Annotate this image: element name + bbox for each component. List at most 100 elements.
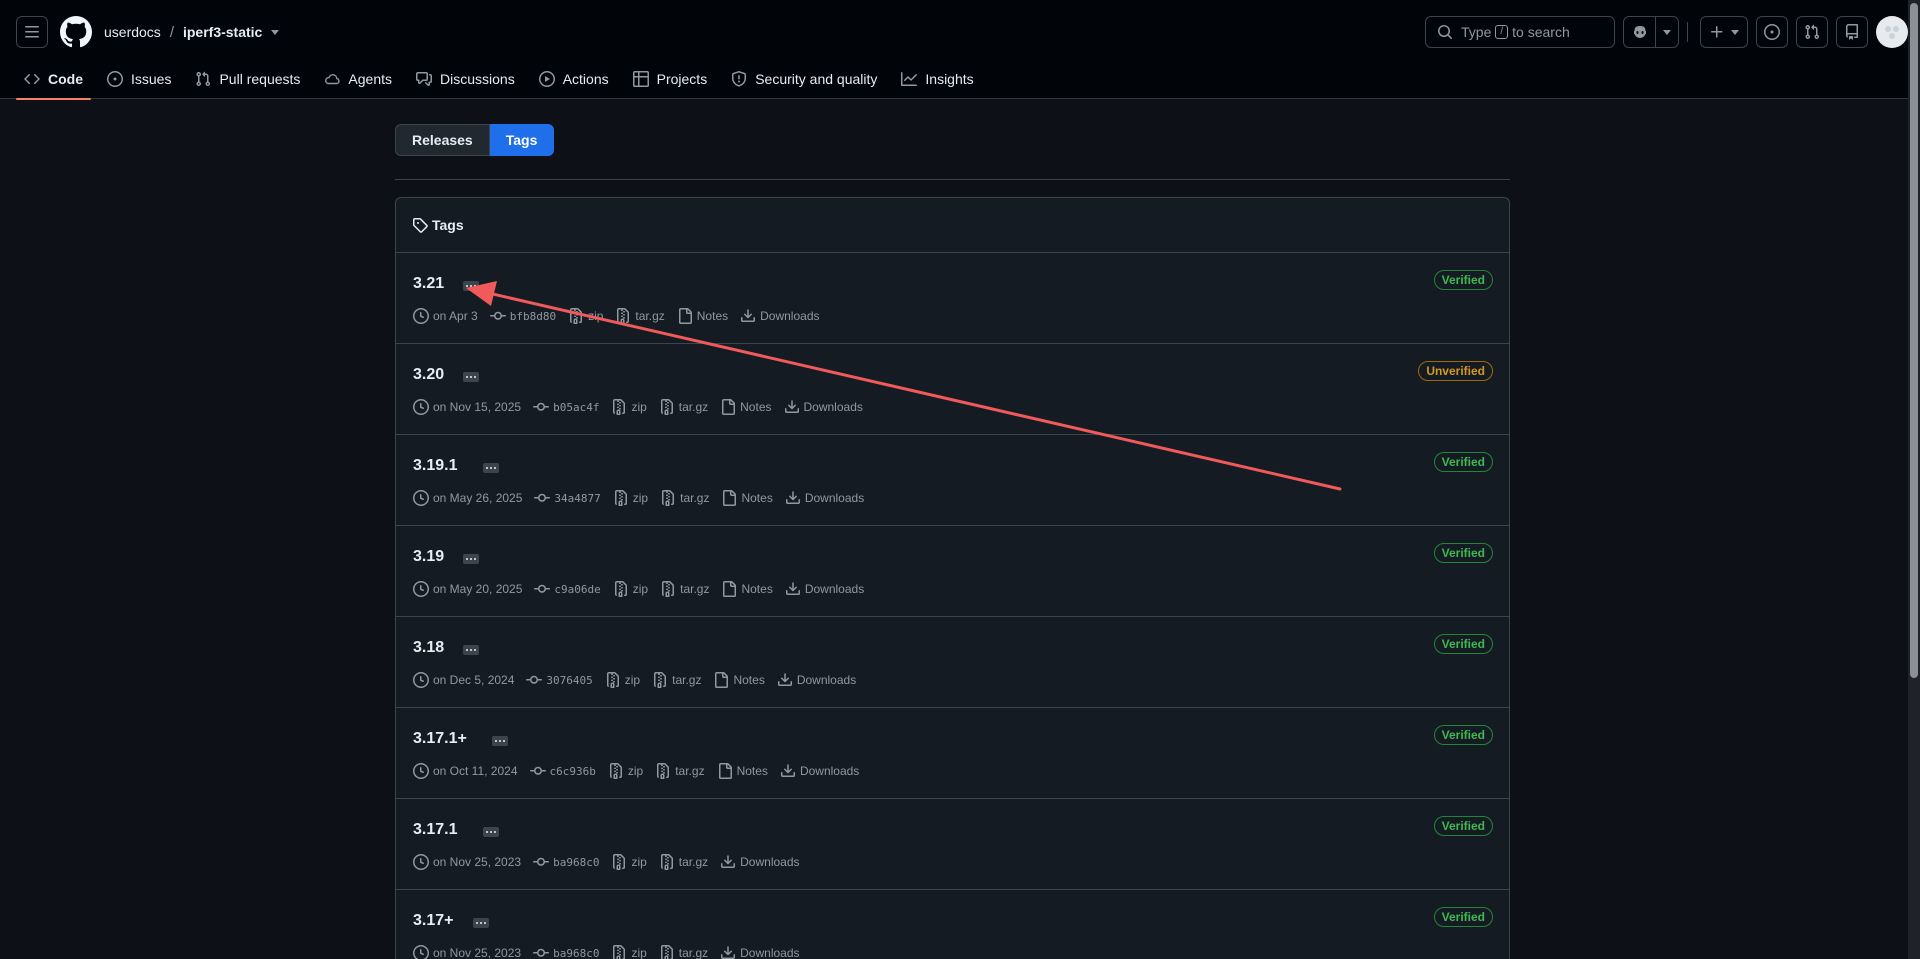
copilot-dropdown[interactable] <box>1656 17 1678 47</box>
menu-button[interactable] <box>16 16 48 48</box>
tag-commit-link[interactable]: 3076405 <box>526 672 593 688</box>
copilot-button[interactable] <box>1623 16 1679 48</box>
tag-commit-link[interactable]: 34a4877 <box>534 490 601 506</box>
page-scrollbar[interactable] <box>1908 0 1920 959</box>
repo-name-link[interactable]: iperf3-static <box>183 24 262 40</box>
tab-label: Discussions <box>440 70 515 87</box>
tag-name-link[interactable]: 3.21 <box>413 275 444 293</box>
tag-date: on Dec 5, 2024 <box>413 672 514 688</box>
file-zip-icon <box>617 308 630 324</box>
downloads-link[interactable]: Downloads <box>780 763 859 779</box>
commit-sha: c6c936b <box>549 764 596 778</box>
targz-download-link[interactable]: tar.gz <box>660 581 709 597</box>
tag-message-expander[interactable] <box>483 463 499 473</box>
signature-status-badge[interactable]: Verified <box>1433 270 1493 290</box>
tag-row: 3.18 Verified on Dec 5, 2024 3076405 zip tar.… <box>396 617 1509 708</box>
downloads-link[interactable]: Downloads <box>785 490 864 506</box>
tag-commit-link[interactable]: ba968c0 <box>533 854 599 870</box>
tag-name-link[interactable]: 3.17.1+ <box>413 730 467 748</box>
tag-name-link[interactable]: 3.19.1 <box>413 457 457 475</box>
tag-name-link[interactable]: 3.18 <box>413 639 444 657</box>
notes-link[interactable]: Notes <box>717 763 768 779</box>
downloads-link[interactable]: Downloads <box>777 672 856 688</box>
tag-name-link[interactable]: 3.20 <box>413 366 444 384</box>
tag-commit-link[interactable]: c9a06de <box>534 581 601 597</box>
tab-pull-requests[interactable]: Pull requests <box>187 58 308 99</box>
signature-status-badge[interactable]: Unverified <box>1418 361 1493 381</box>
tag-name-link[interactable]: 3.19 <box>413 548 444 566</box>
targz-download-link[interactable]: tar.gz <box>615 308 665 324</box>
targz-download-link[interactable]: tar.gz <box>655 763 705 779</box>
notes-link[interactable]: Notes <box>721 490 773 506</box>
zip-download-link[interactable]: zip <box>613 490 648 506</box>
targz-download-link[interactable]: tar.gz <box>659 854 708 870</box>
tag-name-link[interactable]: 3.17.1 <box>413 821 457 839</box>
repo-owner-link[interactable]: userdocs <box>104 24 161 40</box>
tag-commit-link[interactable]: c6c936b <box>529 763 596 779</box>
commit-sha: 34a4877 <box>554 491 601 505</box>
zip-download-link[interactable]: zip <box>605 672 640 688</box>
tag-commit-link[interactable]: b05ac4f <box>533 399 599 415</box>
tab-projects[interactable]: Projects <box>625 58 716 99</box>
downloads-link[interactable]: Downloads <box>740 308 820 324</box>
tags-tab-button[interactable]: Tags <box>489 124 555 156</box>
issues-shortcut-button[interactable] <box>1756 16 1788 48</box>
repositories-shortcut-button[interactable] <box>1836 16 1868 48</box>
signature-status-badge[interactable]: Verified <box>1433 452 1493 472</box>
search-input[interactable]: Type / to search <box>1425 16 1615 48</box>
releases-tab-button[interactable]: Releases <box>395 124 490 156</box>
user-avatar[interactable] <box>1876 16 1908 48</box>
create-new-button[interactable] <box>1700 16 1748 48</box>
zip-download-link[interactable]: zip <box>608 763 643 779</box>
tab-code[interactable]: Code <box>16 58 91 100</box>
tag-message-expander[interactable] <box>463 372 479 382</box>
zip-download-link[interactable]: zip <box>613 581 648 597</box>
tab-issues[interactable]: Issues <box>99 58 179 99</box>
targz-download-link[interactable]: tar.gz <box>659 399 708 415</box>
zip-download-link[interactable]: zip <box>611 945 647 959</box>
scrollbar-thumb[interactable] <box>1910 3 1918 678</box>
tag-name-link[interactable]: 3.17+ <box>413 912 453 930</box>
targz-download-link[interactable]: tar.gz <box>660 490 709 506</box>
notes-link[interactable]: Notes <box>720 399 772 415</box>
signature-status-badge[interactable]: Verified <box>1433 816 1493 836</box>
signature-status-badge[interactable]: Verified <box>1433 725 1493 745</box>
signature-status-badge[interactable]: Verified <box>1433 634 1493 654</box>
github-logo-icon[interactable] <box>60 16 92 48</box>
tag-message-expander[interactable] <box>492 736 508 746</box>
ellipsis-dot <box>499 740 501 742</box>
tag-message-expander[interactable] <box>463 645 479 655</box>
zip-download-link[interactable]: zip <box>611 399 647 415</box>
downloads-link[interactable]: Downloads <box>785 581 864 597</box>
downloads-link[interactable]: Downloads <box>720 854 800 870</box>
tab-agents[interactable]: Agents <box>316 58 400 99</box>
notes-link[interactable]: Notes <box>677 308 728 324</box>
ellipsis-dot <box>486 831 488 833</box>
tab-actions[interactable]: Actions <box>531 58 617 99</box>
tag-message-expander[interactable] <box>473 918 489 928</box>
ellipsis-dot <box>494 467 496 469</box>
targz-download-link[interactable]: tar.gz <box>659 945 708 959</box>
tab-insights[interactable]: Insights <box>893 58 981 99</box>
downloads-link[interactable]: Downloads <box>784 399 863 415</box>
tag-message-expander[interactable] <box>483 827 499 837</box>
zip-download-link[interactable]: zip <box>611 854 647 870</box>
tag-commit-link[interactable]: bfb8d80 <box>489 308 556 324</box>
signature-status-badge[interactable]: Verified <box>1433 907 1493 927</box>
notes-link[interactable]: Notes <box>721 581 773 597</box>
tag-message-expander[interactable] <box>463 281 479 291</box>
tab-discussions[interactable]: Discussions <box>408 58 523 99</box>
downloads-link[interactable]: Downloads <box>720 945 800 959</box>
tag-message-expander[interactable] <box>463 554 479 564</box>
pull-requests-shortcut-button[interactable] <box>1796 16 1828 48</box>
tab-security[interactable]: Security and quality <box>723 58 885 99</box>
targz-download-link[interactable]: tar.gz <box>652 672 701 688</box>
section-divider <box>395 179 1510 180</box>
download-icon <box>777 673 792 686</box>
zip-download-link[interactable]: zip <box>568 308 603 324</box>
copilot-main[interactable] <box>1624 17 1655 47</box>
signature-status-badge[interactable]: Verified <box>1433 543 1493 563</box>
notes-link[interactable]: Notes <box>713 672 765 688</box>
repo-dropdown-caret-icon[interactable] <box>271 29 280 35</box>
tag-commit-link[interactable]: ba968c0 <box>533 945 599 959</box>
